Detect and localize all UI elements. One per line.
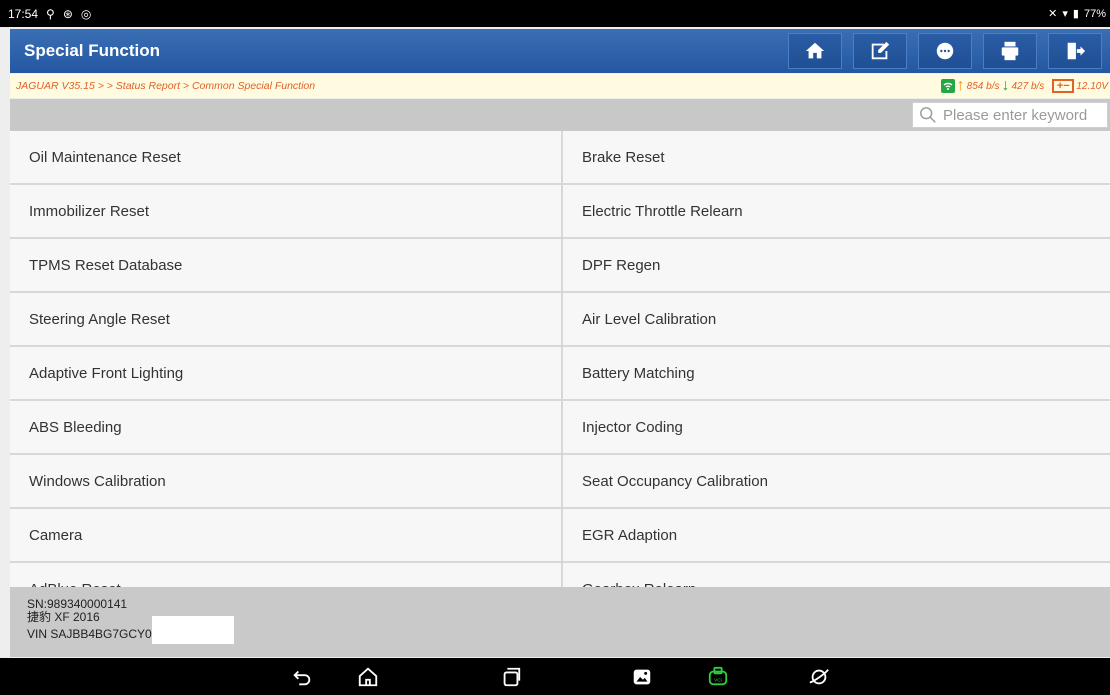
battery-percent: 77% <box>1083 7 1106 20</box>
car-battery-icon: +− <box>1052 79 1075 93</box>
image-icon <box>633 669 651 685</box>
serial-number: SN:989340000141 <box>27 597 128 611</box>
home-nav-button[interactable] <box>355 664 381 690</box>
breadcrumb: JAGUAR V35.15 > > Status Report > Common… <box>16 80 316 92</box>
system-status-bar: 17:54 ⚲ ⊛ ◎ ✕ ▾ ▮ 77% <box>0 0 1110 27</box>
mute-icon: ✕ <box>1048 8 1058 20</box>
clock: 17:54 <box>8 6 39 21</box>
app-screen: 17:54 ⚲ ⊛ ◎ ✕ ▾ ▮ 77% Special Function J… <box>0 0 1110 695</box>
function-item[interactable]: Brake Reset <box>563 131 1110 185</box>
function-item[interactable]: Battery Matching <box>563 347 1110 401</box>
function-grid: Oil Maintenance Reset Brake Reset Immobili… <box>10 131 1110 587</box>
message-icon: ◎ <box>80 6 92 21</box>
recents-button[interactable] <box>498 664 524 690</box>
browser-button[interactable] <box>806 664 832 690</box>
svg-text:VCI: VCI <box>714 678 722 683</box>
vehicle-info-panel: SN:989340000141 捷豹 XF 2016 VIN SAJBB4BG7… <box>10 587 1110 657</box>
vin-row: VIN SAJBB4BG7GCY0 <box>27 616 1110 644</box>
planet-icon <box>809 669 829 685</box>
title-header: Special Function <box>10 29 1110 73</box>
page-title: Special Function <box>24 41 161 60</box>
search-bar <box>10 99 1110 131</box>
download-arrow-icon: ↓ <box>1001 77 1010 94</box>
edit-report-icon <box>871 41 890 60</box>
home-nav-icon <box>358 667 378 687</box>
function-item[interactable]: Electric Throttle Relearn <box>563 185 1110 239</box>
battery-voltage: 12.10V <box>1076 80 1108 92</box>
function-item[interactable]: Air Level Calibration <box>563 293 1110 347</box>
upload-rate: 854 b/s <box>966 80 1000 92</box>
edit-report-button[interactable] <box>853 33 907 69</box>
breadcrumb-bar: JAGUAR V35.15 > > Status Report > Common… <box>10 74 1110 98</box>
print-button[interactable] <box>983 33 1037 69</box>
home-button[interactable] <box>788 33 842 69</box>
upload-arrow-icon: ↑ <box>956 77 965 94</box>
function-item[interactable]: Camera <box>10 509 563 563</box>
vci-wifi-icon <box>940 79 955 93</box>
download-rate: 427 b/s <box>1011 80 1045 92</box>
function-item[interactable]: TPMS Reset Database <box>10 239 563 293</box>
function-item[interactable]: Immobilizer Reset <box>10 185 563 239</box>
function-list: Oil Maintenance Reset Brake Reset Immobili… <box>10 131 1110 587</box>
back-button[interactable] <box>289 664 315 690</box>
function-item[interactable]: Windows Calibration <box>10 455 563 509</box>
function-item[interactable]: Steering Angle Reset <box>10 293 563 347</box>
usb-icon: ⚲ <box>46 6 55 21</box>
function-item[interactable]: EGR Adaption <box>563 509 1110 563</box>
status-right: ✕ ▾ ▮ 77% <box>1048 0 1106 27</box>
vin-redaction <box>151 616 234 644</box>
recents-icon <box>503 667 521 687</box>
search-icon <box>920 107 936 123</box>
vci-icon: VCI <box>708 666 728 686</box>
home-icon <box>805 42 825 59</box>
wifi-icon: ▾ <box>1062 8 1068 20</box>
app-notification-icon: ⊛ <box>62 6 73 21</box>
exit-button[interactable] <box>1048 33 1102 69</box>
vin-number: VIN SAJBB4BG7GCY0 <box>27 626 152 641</box>
gallery-button[interactable] <box>629 664 655 690</box>
function-item[interactable]: Seat Occupancy Calibration <box>563 455 1110 509</box>
function-item[interactable]: Injector Coding <box>563 401 1110 455</box>
function-item[interactable]: DPF Regen <box>563 239 1110 293</box>
chat-icon <box>936 42 954 60</box>
print-icon <box>1001 41 1019 61</box>
vci-button[interactable]: VCI <box>705 664 731 690</box>
battery-icon: ▮ <box>1072 8 1079 20</box>
function-item[interactable]: Adaptive Front Lighting <box>10 347 563 401</box>
function-item[interactable]: AdBlue Reset <box>10 563 563 587</box>
function-item[interactable]: ABS Bleeding <box>10 401 563 455</box>
search-input[interactable] <box>943 106 1103 124</box>
navigation-bar: VCI <box>0 658 1110 695</box>
back-icon <box>293 670 311 686</box>
search-box[interactable] <box>912 102 1108 128</box>
feedback-button[interactable] <box>918 33 972 69</box>
function-item[interactable]: Gearbox Relearn <box>563 563 1110 587</box>
vci-status: ↑ 854 b/s ↓ 427 b/s +− 12.10V <box>940 77 1110 94</box>
exit-icon <box>1067 42 1086 60</box>
function-item[interactable]: Oil Maintenance Reset <box>10 131 563 185</box>
